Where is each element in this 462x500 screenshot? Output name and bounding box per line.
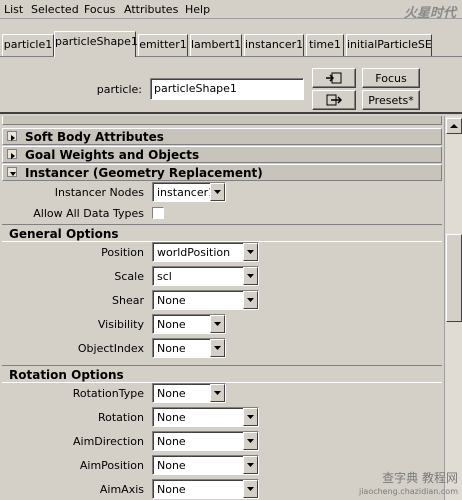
objectindex-label: ObjectIndex: [77, 342, 144, 355]
chevron-down-icon: [243, 408, 258, 426]
rotation-label: Rotation: [97, 411, 144, 424]
visibility-dropdown[interactable]: None: [152, 314, 226, 334]
rotationtype-dropdown[interactable]: None: [152, 383, 226, 403]
chevron-down-icon: [210, 183, 225, 201]
footer-watermark: 查字典 教程网 jiaocheng.chazidian.com: [359, 472, 458, 498]
scroll-up-button[interactable]: [446, 118, 462, 134]
scale-dropdown[interactable]: scl: [152, 266, 259, 286]
chevron-down-icon: [243, 432, 258, 450]
dropdown-value: None: [157, 483, 186, 496]
chevron-down-icon: [243, 291, 258, 309]
section-title: Goal Weights and Objects: [25, 148, 200, 162]
allow-all-data-types-checkbox[interactable]: [152, 207, 164, 219]
focus-button[interactable]: Focus: [362, 68, 420, 88]
chevron-down-icon: [210, 384, 225, 402]
instancer-nodes-dropdown[interactable]: instancer1: [152, 182, 226, 202]
footer-watermark-line1: 查字典 教程网: [382, 471, 458, 485]
menu-focus[interactable]: Focus: [84, 3, 115, 16]
dropdown-value: None: [157, 294, 186, 307]
chevron-up-icon: [447, 123, 461, 136]
section-title: Instancer (Geometry Replacement): [25, 166, 263, 180]
aimaxis-label: AimAxis: [99, 483, 144, 496]
chevron-down-icon: [243, 480, 258, 498]
select-node-button[interactable]: [312, 68, 356, 88]
scrollbar-thumb[interactable]: [446, 234, 462, 322]
select-node-icon: [313, 72, 355, 84]
shear-dropdown[interactable]: None: [152, 290, 259, 310]
aimdirection-dropdown[interactable]: None: [152, 431, 259, 451]
show-node-button[interactable]: [312, 90, 356, 110]
menu-help[interactable]: Help: [185, 3, 210, 16]
dropdown-value: None: [157, 342, 186, 355]
instancer-nodes-label: Instancer Nodes: [54, 186, 144, 199]
general-options-header: General Options: [2, 224, 442, 242]
collapse-arrow-icon: [7, 167, 17, 177]
rotation-dropdown[interactable]: None: [152, 407, 259, 427]
menu-selected[interactable]: Selected: [31, 3, 79, 16]
section-hidden-above: [2, 116, 442, 125]
dropdown-value: None: [157, 459, 186, 472]
menu-bar: List Selected Focus Attributes Help 火星时代: [0, 0, 462, 21]
section-goal-weights[interactable]: Goal Weights and Objects: [2, 146, 442, 163]
node-name-label: particle:: [96, 83, 142, 96]
vertical-scrollbar[interactable]: [444, 116, 462, 500]
expand-arrow-icon: [7, 131, 17, 141]
node-name-panel: particle: particleShape1 Focus Presets*: [0, 58, 462, 114]
aimposition-label: AimPosition: [79, 459, 144, 472]
tab-emitter1[interactable]: emitter1: [138, 34, 188, 56]
scale-label: Scale: [114, 270, 144, 283]
dropdown-value: scl: [157, 270, 172, 283]
chevron-down-icon: [243, 267, 258, 285]
visibility-label: Visibility: [97, 318, 144, 331]
rotation-options-header: Rotation Options: [2, 365, 442, 383]
rotationtype-label: RotationType: [72, 387, 144, 400]
footer-watermark-line2: jiaocheng.chazidian.com: [358, 487, 458, 496]
aimaxis-dropdown[interactable]: None: [152, 479, 259, 499]
dropdown-value: None: [157, 387, 186, 400]
presets-button[interactable]: Presets*: [362, 90, 420, 110]
shear-label: Shear: [112, 294, 144, 307]
attribute-scroll-area: Soft Body Attributes Goal Weights and Ob…: [0, 116, 444, 500]
position-dropdown[interactable]: worldPosition: [152, 242, 259, 262]
dropdown-value: None: [157, 411, 186, 424]
allow-all-data-types-label: Allow All Data Types: [33, 207, 144, 220]
dropdown-value: None: [157, 435, 186, 448]
menu-list[interactable]: List: [4, 3, 23, 16]
tab-lambert1[interactable]: lambert1: [190, 34, 242, 56]
dropdown-value: instancer1: [157, 186, 216, 199]
section-title: Soft Body Attributes: [25, 130, 164, 144]
section-instancer[interactable]: Instancer (Geometry Replacement): [2, 164, 442, 181]
show-node-icon: [313, 94, 355, 106]
chevron-down-icon: [243, 456, 258, 474]
expand-arrow-icon: [7, 149, 17, 159]
aimposition-dropdown[interactable]: None: [152, 455, 259, 475]
node-tab-bar: particle1 particleShape1 emitter1 lamber…: [0, 19, 462, 57]
chevron-down-icon: [210, 315, 225, 333]
dropdown-value: worldPosition: [157, 246, 231, 259]
tab-particle1[interactable]: particle1: [2, 34, 54, 56]
tab-time1[interactable]: time1: [306, 34, 344, 56]
position-label: Position: [101, 246, 144, 259]
tab-initialparticlese[interactable]: initialParticleSE: [346, 34, 432, 56]
tab-particleshape1[interactable]: particleShape1: [54, 31, 138, 57]
dropdown-value: None: [157, 318, 186, 331]
section-soft-body[interactable]: Soft Body Attributes: [2, 128, 442, 145]
aimdirection-label: AimDirection: [73, 435, 144, 448]
objectindex-dropdown[interactable]: None: [152, 338, 226, 358]
node-name-field[interactable]: particleShape1: [150, 78, 304, 100]
menu-attributes[interactable]: Attributes: [124, 3, 178, 16]
tab-instancer1[interactable]: instancer1: [244, 34, 304, 56]
chevron-down-icon: [243, 243, 258, 261]
chevron-down-icon: [210, 339, 225, 357]
